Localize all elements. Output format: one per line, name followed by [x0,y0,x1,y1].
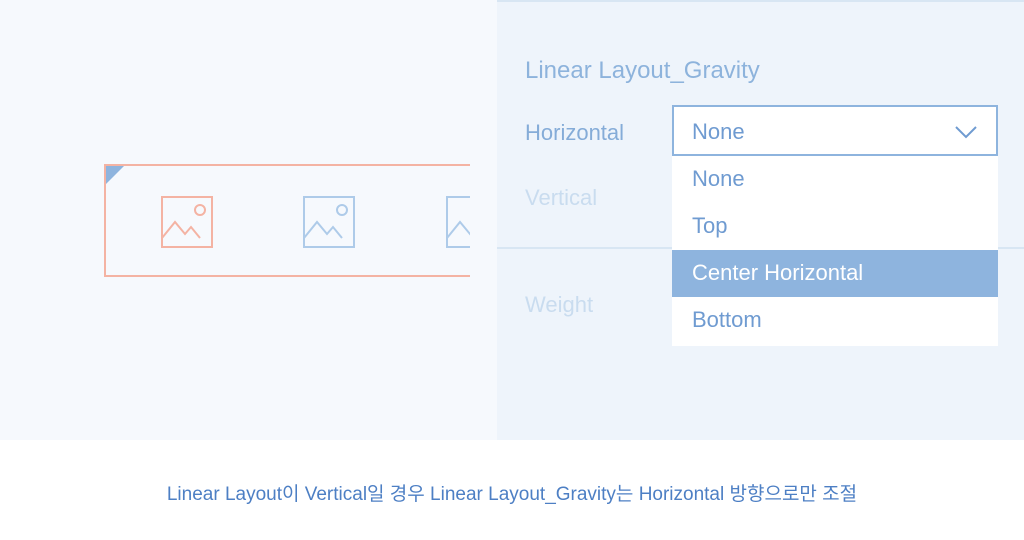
option-bottom[interactable]: Bottom [672,297,998,344]
vertical-label: Vertical [525,185,598,210]
layout-corner-marker [106,166,124,184]
option-label: Top [692,213,728,238]
horizontal-gravity-select[interactable]: None [672,105,998,156]
option-center-horizontal[interactable]: Center Horizontal [672,250,998,297]
option-label: Bottom [692,307,762,332]
select-value: None [692,119,745,144]
image-placeholder-icon [303,196,355,248]
image-placeholder-icon [161,196,213,248]
linear-layout-container [104,164,470,277]
image-placeholder-icon [446,196,470,248]
chevron-down-icon[interactable] [954,122,978,142]
option-label: Center Horizontal [692,260,864,285]
horizontal-label: Horizontal [525,120,625,145]
option-top[interactable]: Top [672,203,998,250]
weight-label: Weight [525,292,594,317]
option-label: None [692,166,745,191]
caption: Linear Layout이 Vertical일 경우 Linear Layou… [166,484,858,505]
panel-title: Linear Layout_Gravity [525,57,760,84]
dropdown-menu: None Top Center Horizontal Bottom [672,156,998,346]
option-none[interactable]: None [672,156,998,203]
